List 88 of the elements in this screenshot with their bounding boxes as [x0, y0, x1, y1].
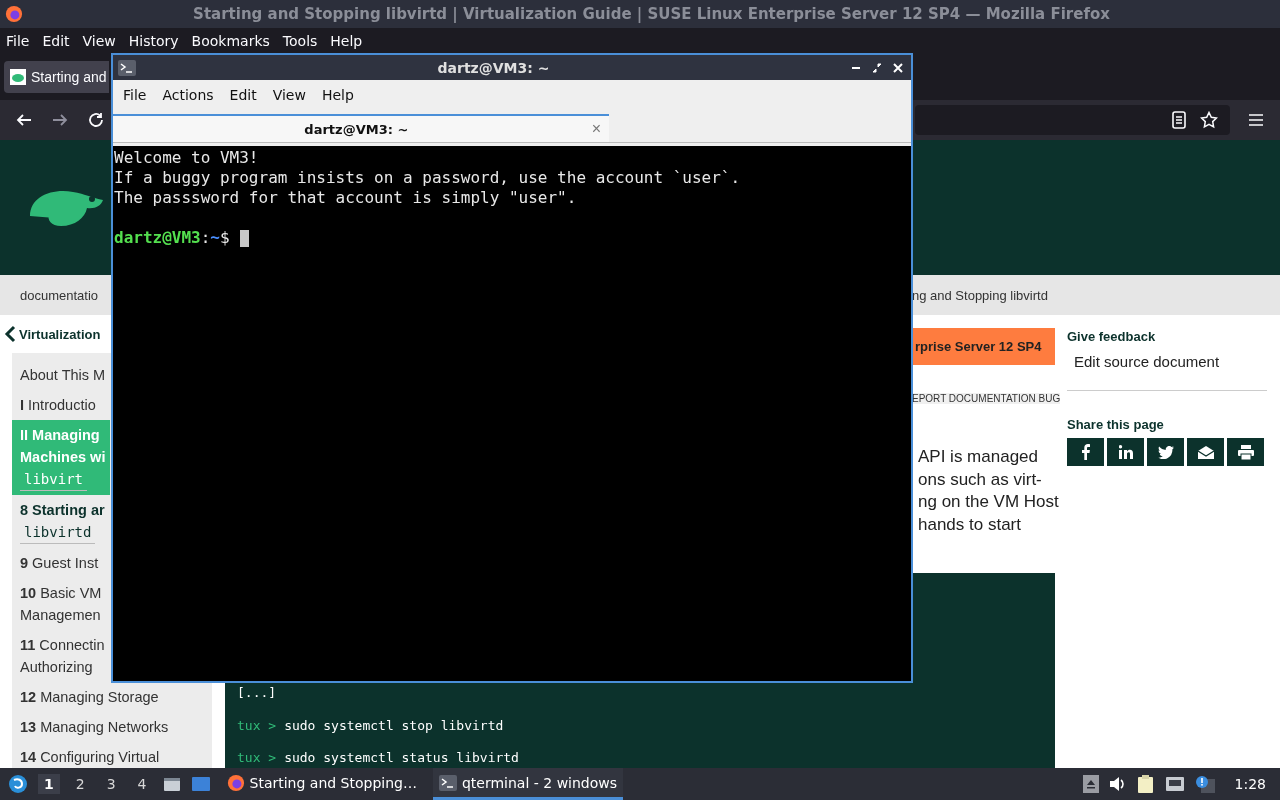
paragraph-line: hands to start [918, 513, 1022, 536]
share-button[interactable] [1187, 438, 1224, 466]
sidebar-item[interactable]: 13 Managing Networks [12, 712, 171, 742]
edit-source-link[interactable]: Edit source document [1074, 353, 1220, 370]
menu-item[interactable]: Edit [42, 32, 70, 49]
sidebar-item[interactable]: 10 Basic VM Managemen [12, 578, 110, 630]
sidebar-item[interactable]: I Introductio [12, 390, 110, 420]
reload-icon[interactable] [87, 111, 105, 129]
taskbar-task[interactable]: qterminal - 2 windows [432, 768, 624, 800]
sidebar-item[interactable]: About This M [12, 360, 110, 390]
paragraph-line: ng on the VM Host [918, 491, 1059, 513]
share-heading: Share this page [1067, 417, 1164, 432]
share-button[interactable] [1147, 438, 1184, 466]
prompt-separator: : [200, 228, 211, 248]
report-bug-link[interactable]: EPORT DOCUMENTATION BUG [912, 393, 1061, 404]
menu-item[interactable]: View [264, 87, 314, 103]
menu-item[interactable]: Help [313, 87, 362, 103]
prompt-path: ~ [210, 228, 220, 248]
menu-item[interactable]: History [128, 32, 179, 49]
prompt-symbol: $ [220, 228, 230, 248]
share-button[interactable] [1067, 438, 1104, 466]
close-icon[interactable] [893, 62, 903, 73]
sidebar-item[interactable]: 9 Guest Inst [12, 548, 110, 578]
paragraph-line: ons such as virt- [918, 468, 1043, 491]
network-icon[interactable] [1164, 776, 1185, 792]
menu-item[interactable]: File [115, 87, 155, 103]
sidebar-item[interactable]: 12 Managing Storage [12, 682, 161, 712]
code-prompt: tux > [237, 750, 277, 765]
share-button[interactable] [1107, 438, 1144, 466]
window-title: Starting and Stopping libvirtd | Virtualization Guide | SUSE Linux Enterprise Server 12 SP4 — Mozilla Firefox [192, 5, 1111, 23]
maximize-icon[interactable] [872, 62, 882, 73]
menu-item[interactable]: Actions [154, 87, 222, 103]
prompt-user: dartz@VM3 [114, 228, 201, 248]
clipboard-icon[interactable] [1136, 774, 1155, 794]
terminal-output: Welcome to VM3! [114, 148, 259, 168]
menu-item[interactable]: View [82, 32, 116, 49]
sidebar-heading[interactable]: Virtualization [19, 326, 101, 342]
breadcrumb-link[interactable]: documentatio [20, 287, 99, 303]
file-manager-icon[interactable] [162, 775, 181, 793]
mail-icon [1197, 445, 1214, 459]
sidebar-item[interactable]: 8 Starting ar libvirtd [12, 495, 110, 548]
url-field[interactable] [915, 105, 1230, 135]
clock: 1:28 [1234, 776, 1266, 792]
facebook-icon [1080, 444, 1091, 460]
terminal-title: dartz@VM3: ~ [436, 59, 551, 76]
terminal-output: The passsword for that account is simply "user". [114, 188, 577, 208]
paragraph-line: API is managed [918, 446, 1039, 468]
menu-item[interactable]: Bookmarks [191, 32, 270, 49]
tab-close-button[interactable]: × [591, 120, 601, 138]
breadcrumb-item: ng and Stopping libvirtd [912, 287, 1048, 303]
code-command: [...] [237, 685, 277, 700]
text-cursor [239, 229, 249, 247]
star-icon[interactable] [1200, 111, 1218, 129]
terminal-output: If a buggy program insists on a password, use the account `user`. [114, 168, 741, 188]
volume-icon[interactable] [1108, 776, 1127, 792]
terminal-icon [118, 59, 136, 76]
code-prompt: tux > [237, 717, 277, 733]
workspace-button[interactable]: 3 [100, 774, 122, 794]
code-command: sudo systemctl stop libvirtd [284, 717, 504, 733]
eject-icon[interactable] [1082, 775, 1099, 793]
menu-icon[interactable] [1248, 113, 1264, 127]
chevron-left-icon[interactable] [4, 325, 16, 343]
firefox-icon [226, 773, 245, 792]
reader-view-icon[interactable] [1171, 111, 1187, 129]
sidebar-item[interactable]: 11 Connectin Authorizing [12, 630, 110, 682]
workspace-button[interactable]: 4 [131, 774, 153, 794]
sidebar-item[interactable]: 14 Configuring Virtual [12, 742, 162, 772]
desktop-icon[interactable] [190, 775, 211, 793]
code-command: sudo systemctl status libvirtd [284, 750, 519, 765]
taskbar-task[interactable]: Starting and Stopping… [220, 768, 423, 800]
menu-item[interactable]: File [6, 32, 30, 49]
menu-item[interactable]: Tools [282, 32, 318, 49]
terminal-icon [438, 774, 457, 791]
feedback-heading: Give feedback [1067, 329, 1156, 344]
menu-item[interactable]: Edit [221, 87, 265, 103]
printer-icon [1237, 444, 1254, 460]
product-banner: rprise Server 12 SP4 [912, 328, 1055, 365]
workspace-button[interactable]: 2 [69, 774, 91, 794]
notification-icon[interactable] [1194, 775, 1215, 793]
linkedin-icon [1118, 445, 1133, 459]
firefox-icon [5, 5, 23, 23]
bird-icon [1157, 445, 1174, 459]
workspace-button[interactable]: 1 [38, 774, 60, 794]
share-button[interactable] [1227, 438, 1264, 466]
browser-tab[interactable]: Starting and [4, 60, 109, 93]
start-menu-icon[interactable] [8, 774, 28, 794]
menu-item[interactable]: Help [330, 32, 363, 49]
terminal-tab[interactable]: dartz@VM3: ~ × [113, 114, 609, 142]
